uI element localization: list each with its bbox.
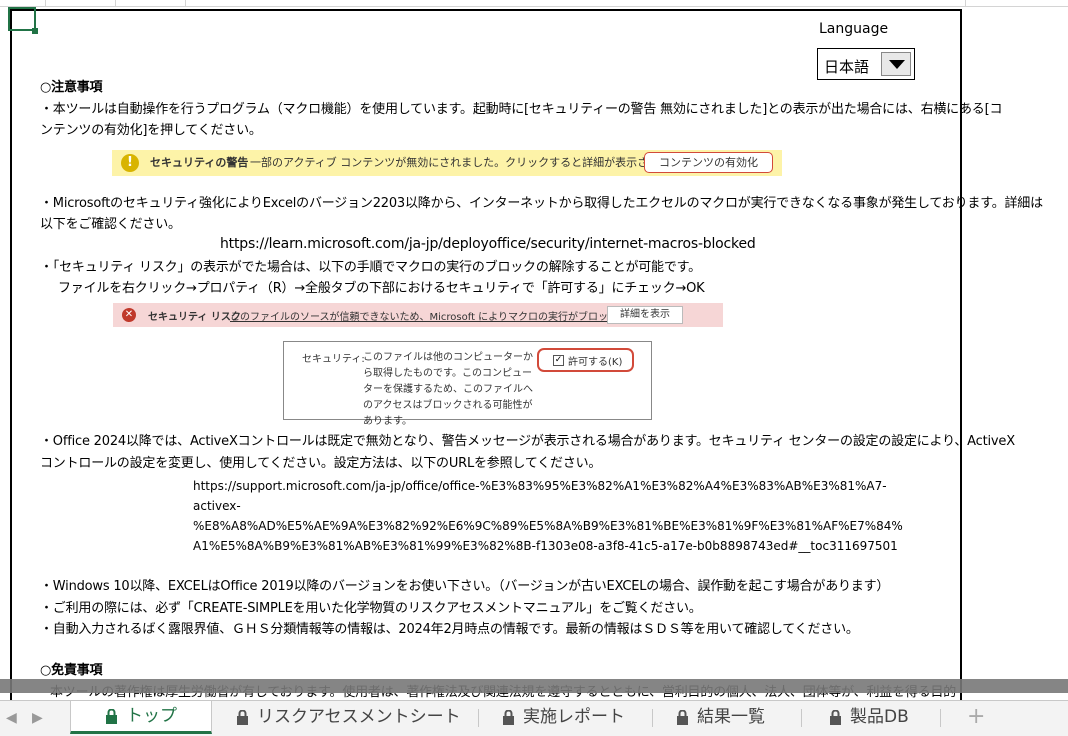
office-url[interactable]: https://support.microsoft.com/ja-jp/offi… xyxy=(193,476,903,556)
security-risk-bar: ✕ セキュリティ リスク このファイルのソースが信頼できないため、Microso… xyxy=(113,303,723,327)
fill-handle[interactable] xyxy=(32,28,38,34)
worksheet[interactable]: Language 日本語 ○注意事項 ・本ツールは自動操作を行うプログラム（マク… xyxy=(0,0,1068,700)
tab-implementation-report[interactable]: 実施レポート xyxy=(502,701,625,734)
tab-separator xyxy=(940,709,941,727)
disclaimer-heading: ○免責事項 xyxy=(40,663,103,678)
tab-label: 結果一覧 xyxy=(697,707,765,727)
security-label: セキュリティ: xyxy=(302,354,365,365)
warning-icon: ! xyxy=(121,154,139,172)
office-url-line1: https://support.microsoft.com/ja-jp/offi… xyxy=(193,479,887,493)
office-url-line4: A1%E5%8A%B9%E3%81%AB%E3%81%99%E3%82%8B-f… xyxy=(193,539,898,553)
prev-sheet-icon[interactable]: ◀ xyxy=(6,710,17,726)
lock-icon xyxy=(830,710,841,725)
check-icon: ✓ xyxy=(553,355,564,366)
banner-message: 一部のアクティブ コンテンツが無効にされました。クリックすると詳細が表示されます… xyxy=(250,156,691,169)
security-description: このファイルは他のコンピューターから取得したものです。このコンピューターを保護す… xyxy=(363,352,533,427)
risk-title: セキュリティ リスク xyxy=(148,312,241,323)
chevron-down-icon xyxy=(889,60,905,69)
column-grid xyxy=(0,0,1068,7)
risk-note-line2: ファイルを右クリック→プロパティ（R）→全般タブの下部におけるセキュリティで「許… xyxy=(58,281,705,296)
windows-note: ・Windows 10以降、EXCELはOffice 2019以降のバージョンを… xyxy=(40,579,890,594)
lock-icon xyxy=(106,708,117,724)
tab-label: トップ xyxy=(126,705,177,726)
tab-separator xyxy=(652,709,653,727)
allow-checkbox: ✓ 許可する(K) xyxy=(537,348,634,372)
banner-title: セキュリティの警告 xyxy=(150,156,249,169)
macro-note-line2: ンテンツの有効化]を押してください。 xyxy=(40,123,262,138)
office-url-line3: %E8%A8%AD%E5%AE%9A%E3%82%92%E6%9C%89%E5%… xyxy=(193,519,903,533)
office-note-line1: ・Office 2024以降では、ActiveXコントロールは既定で無効となり、… xyxy=(40,434,1015,449)
lock-icon xyxy=(237,710,248,725)
tab-product-db[interactable]: 製品DB xyxy=(829,701,909,734)
auto-input-note: ・自動入力されるばく露限界値、ＧＨＳ分類情報等の情報は、2024年2月時点の情報… xyxy=(40,622,859,637)
security-properties-image: セキュリティ: このファイルは他のコンピューターから取得したものです。このコンピ… xyxy=(283,341,652,427)
lock-icon xyxy=(677,710,688,725)
office-note-line2: コントロールの設定を変更し、使用してください。設定方法は、以下のURLを参照して… xyxy=(40,456,602,471)
tab-risk-assessment-sheet[interactable]: リスクアセスメントシート xyxy=(236,701,461,734)
language-select[interactable]: 日本語 xyxy=(817,48,915,80)
ms-note-line1: ・Microsoftのセキュリティ強化によりExcelのバージョン2203以降か… xyxy=(40,196,1043,211)
ms-note-line2: 以下をご確認ください。 xyxy=(40,217,181,232)
manual-note: ・ご利用の際には、必ず「CREATE-SIMPLEを用いた化学物質のリスクアセス… xyxy=(40,601,702,616)
dropdown-button[interactable] xyxy=(881,52,911,76)
tab-top[interactable]: トップ xyxy=(70,701,212,734)
details-button: 詳細を表示 xyxy=(607,306,683,324)
tab-label: リスクアセスメントシート xyxy=(257,707,461,727)
ms-url[interactable]: https://learn.microsoft.com/ja-jp/deploy… xyxy=(220,235,756,253)
enable-content-button: コンテンツの有効化 xyxy=(644,152,773,173)
language-value: 日本語 xyxy=(824,58,870,76)
sheet-tab-bar: ◀ ▶ トップ リスクアセスメントシート 実施レポート 結果一覧 製品DB + xyxy=(0,700,1068,736)
tab-results-list[interactable]: 結果一覧 xyxy=(676,701,765,734)
tab-separator xyxy=(801,709,802,727)
risk-note-line1: ・「セキュリティ リスク」の表示がでた場合は、以下の手順でマクロの実行のブロック… xyxy=(40,260,701,275)
next-sheet-icon[interactable]: ▶ xyxy=(32,710,43,726)
allow-label: 許可する(K) xyxy=(568,357,623,368)
tab-separator xyxy=(478,709,479,727)
office-url-line2: activex- xyxy=(193,499,241,513)
language-label: Language xyxy=(819,21,889,37)
horizontal-scrollbar[interactable] xyxy=(0,679,1068,693)
tab-label: 実施レポート xyxy=(523,707,625,727)
lock-icon xyxy=(503,710,514,725)
add-sheet-button[interactable]: + xyxy=(967,704,985,729)
macro-note-line1: ・本ツールは自動操作を行うプログラム（マクロ機能）を使用しています。起動時に[セ… xyxy=(40,102,1003,117)
tab-label: 製品DB xyxy=(850,707,909,727)
security-warning-banner: ! セキュリティの警告 一部のアクティブ コンテンツが無効にされました。クリック… xyxy=(112,150,782,176)
error-icon: ✕ xyxy=(122,308,136,322)
notes-heading: ○注意事項 xyxy=(40,80,103,95)
